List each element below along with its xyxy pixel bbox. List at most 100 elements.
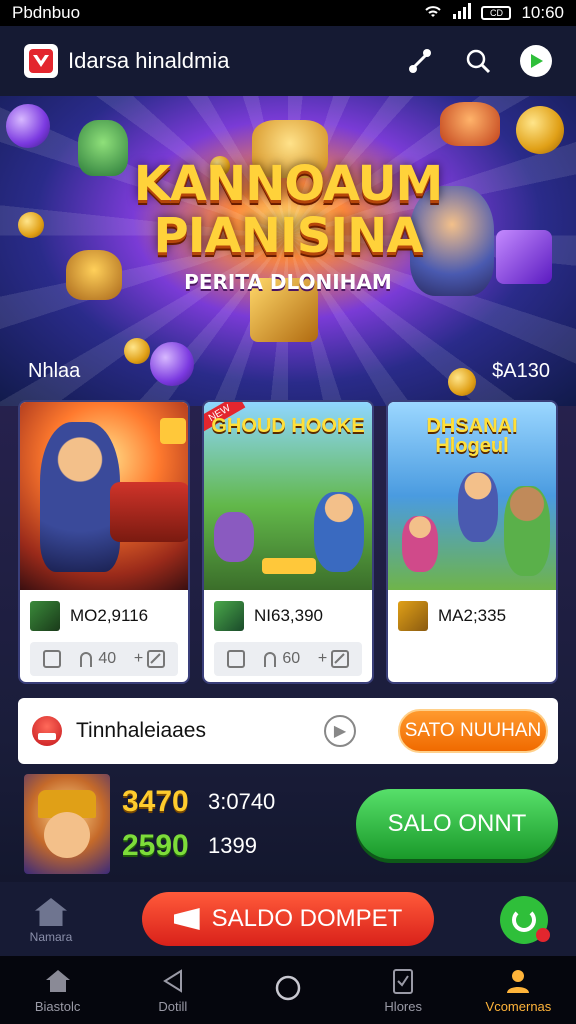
back-icon <box>158 967 188 995</box>
refresh-icon <box>512 908 536 932</box>
balance-cta-button[interactable]: SALO ONNT <box>356 789 558 859</box>
play-badge <box>262 558 316 574</box>
balance-row: 3470 3:0740 <box>122 785 340 819</box>
balance-primary: 3470 <box>122 785 189 818</box>
app-title: Idarsa hinaldmia <box>68 48 230 73</box>
nav-label: Biastolc <box>34 998 81 1014</box>
home-icon <box>43 967 73 995</box>
face-icon <box>44 812 90 858</box>
banner-right-label: $A130 <box>492 360 550 382</box>
card-actions: 60 + <box>214 642 362 676</box>
gem-decoration <box>6 104 50 148</box>
add-button[interactable]: + <box>317 650 350 668</box>
home-icon <box>35 898 67 926</box>
app-logo <box>24 44 58 78</box>
card-value: MO2,9116 <box>70 606 149 625</box>
wallet-icon <box>173 908 200 930</box>
wallet-button-label: SALDO DOMPET <box>211 905 403 932</box>
nav-item-history[interactable]: Hlores <box>346 956 461 1024</box>
clipboard-icon <box>388 967 418 995</box>
save-icon[interactable] <box>42 650 61 668</box>
play-store-icon[interactable] <box>520 45 552 77</box>
banner-title-line1: KANNOAUM <box>133 156 444 212</box>
nav-label: Dotill <box>158 998 188 1014</box>
card-art-title: GHOUD HOOKE <box>211 415 365 437</box>
card-art-title: DHSANAI Hlogeul <box>426 415 518 457</box>
hero-banner[interactable]: KANNOAUM PIANISINA PERITA DLONIHAM Nhlaa… <box>0 96 576 406</box>
card-actions: 40 + <box>30 642 178 676</box>
balance-panel: 3470 3:0740 2590 1399 SALO ONNT <box>24 772 558 876</box>
character-icon <box>314 492 364 572</box>
card-row: MA2;335 <box>398 598 546 634</box>
circle-icon <box>273 974 303 1002</box>
card-row: MO2,9116 <box>30 598 178 634</box>
card-artwork: NEW GHOUD HOOKE <box>204 402 372 590</box>
game-cards: MO2,9116 40 + NEW GHOUD HOOKE NI63,390 6… <box>18 400 558 684</box>
notification-icon <box>32 716 62 746</box>
search-icon[interactable] <box>462 45 494 77</box>
banner-title-block: KANNOAUM PIANISINA PERITA DLONIHAM <box>0 158 576 294</box>
balance-primary: 2590 <box>122 829 189 862</box>
nav-item-home-button[interactable] <box>230 956 345 1024</box>
avatar <box>24 774 110 874</box>
status-left-text: Pbdnbuo <box>12 3 81 22</box>
card-row: NI63,390 <box>214 598 362 634</box>
wallet-button[interactable]: SALDO DOMPET <box>142 892 434 946</box>
notice-action-button[interactable]: SATO NUUHAN <box>398 709 548 753</box>
home-shortcut-label: Namara <box>29 930 73 944</box>
card-thumb-icon <box>214 601 244 631</box>
user-icon <box>503 967 533 995</box>
character-icon <box>458 472 498 542</box>
wifi-icon <box>423 3 443 24</box>
status-bar: Pbdnbuo CD 10:60 <box>0 0 576 26</box>
game-card[interactable]: MO2,9116 40 + <box>18 400 190 684</box>
nav-item-home[interactable]: Biastolc <box>0 956 115 1024</box>
character-fox-icon <box>440 102 500 146</box>
gem-decoration <box>150 342 194 386</box>
refresh-button[interactable] <box>500 896 550 944</box>
banner-subtitle: PERITA DLONIHAM <box>184 270 392 294</box>
notice-bar[interactable]: Tinnhaleiaaes ▶ SATO NUUHAN <box>18 698 558 764</box>
balance-secondary: 3:0740 <box>208 789 276 814</box>
card-info: MO2,9116 40 + <box>20 590 188 682</box>
nav-item-back[interactable]: Dotill <box>115 956 230 1024</box>
share-icon[interactable] <box>404 45 436 77</box>
card-artwork: DHSANAI Hlogeul <box>388 402 556 590</box>
card-thumb-icon <box>398 601 428 631</box>
count-value: 40 <box>98 650 117 667</box>
nav-item-account[interactable]: Vcomernas <box>461 956 576 1024</box>
home-shortcut[interactable]: Namara <box>26 898 76 944</box>
save-icon[interactable] <box>226 650 245 668</box>
notification-dot <box>536 928 550 942</box>
character-icon <box>214 512 254 562</box>
balance-values: 3470 3:0740 2590 1399 <box>122 774 340 874</box>
count-label[interactable]: 40 <box>78 650 116 668</box>
status-right: CD 10:60 <box>423 2 564 24</box>
bottom-nav: Biastolc Dotill Hlores Vcomernas <box>0 956 576 1024</box>
count-label[interactable]: 60 <box>262 650 300 668</box>
status-time: 10:60 <box>521 3 564 22</box>
character-icon <box>402 516 438 572</box>
add-button[interactable]: + <box>134 650 166 668</box>
chevron-right-icon[interactable]: ▶ <box>324 715 356 747</box>
card-value: MA2;335 <box>438 606 507 625</box>
banner-title-line2: PIANISINA <box>153 208 424 264</box>
coin-badge-icon <box>160 418 186 444</box>
nav-label: Vcomernas <box>485 998 552 1014</box>
card-info: NI63,390 60 + <box>204 590 372 682</box>
card-value: NI63,390 <box>254 606 323 625</box>
signal-icon <box>453 2 472 24</box>
banner-left-label: Nhlaa <box>28 360 81 382</box>
game-card[interactable]: NEW GHOUD HOOKE NI63,390 60 + <box>202 400 374 684</box>
hero-character-icon <box>40 422 120 572</box>
add-label: + <box>317 650 328 667</box>
character-icon <box>504 486 550 576</box>
coin-decoration <box>448 368 476 396</box>
card-info: MA2;335 <box>388 590 556 642</box>
game-card[interactable]: DHSANAI Hlogeul MA2;335 <box>386 400 558 684</box>
balance-secondary: 1399 <box>208 833 257 858</box>
card-artwork <box>20 402 188 590</box>
coin-decoration <box>124 338 150 364</box>
car-icon <box>110 482 188 542</box>
coin-decoration <box>516 106 564 154</box>
